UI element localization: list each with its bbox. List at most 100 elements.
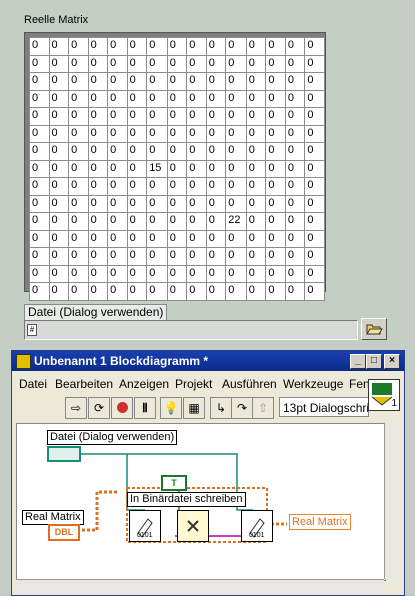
step-out-icon[interactable]: ⇧ xyxy=(252,397,274,419)
matrix-cell[interactable]: 0 xyxy=(284,54,306,73)
matrix-cell[interactable]: 0 xyxy=(186,37,207,56)
matrix-cell[interactable]: 0 xyxy=(166,229,188,248)
matrix-cell[interactable]: 0 xyxy=(107,107,128,126)
matrix-cell[interactable]: 0 xyxy=(146,72,168,91)
matrix-cell[interactable]: 0 xyxy=(146,124,168,143)
matrix-cell[interactable]: 0 xyxy=(146,212,168,231)
matrix-cell[interactable]: 0 xyxy=(29,107,50,126)
matrix-cell[interactable]: 0 xyxy=(284,229,306,248)
matrix-cell[interactable]: 0 xyxy=(166,159,188,178)
matrix-cell[interactable]: 0 xyxy=(284,89,306,108)
matrix-cell[interactable]: 0 xyxy=(146,264,168,283)
matrix-cell[interactable]: 0 xyxy=(245,177,267,196)
matrix-cell[interactable]: 0 xyxy=(265,54,286,73)
matrix-cell[interactable]: 0 xyxy=(146,177,168,196)
matrix-cell[interactable]: 0 xyxy=(48,142,70,161)
matrix-cell[interactable]: 0 xyxy=(107,194,128,213)
matrix-cell[interactable]: 0 xyxy=(284,247,306,266)
matrix-cell[interactable]: 0 xyxy=(48,282,70,301)
matrix-cell[interactable]: 0 xyxy=(304,107,325,126)
matrix-cell[interactable]: 0 xyxy=(107,142,128,161)
file-path-terminal[interactable] xyxy=(47,446,81,462)
matrix-cell[interactable]: 0 xyxy=(205,37,227,56)
matrix-cell[interactable]: 0 xyxy=(265,89,286,108)
matrix-cell[interactable]: 0 xyxy=(87,142,109,161)
matrix-cell[interactable]: 0 xyxy=(87,37,109,56)
matrix-cell[interactable]: 0 xyxy=(304,264,325,283)
matrix-cell[interactable]: 0 xyxy=(126,247,148,266)
matrix-cell[interactable]: 0 xyxy=(304,124,325,143)
horizontal-scrollbar[interactable] xyxy=(16,579,384,593)
matrix-cell[interactable]: 0 xyxy=(126,264,148,283)
matrix-cell[interactable]: 0 xyxy=(146,229,168,248)
matrix-cell[interactable]: 0 xyxy=(245,54,267,73)
menu-item-ausfuehren[interactable]: Ausführen xyxy=(222,377,277,391)
matrix-cell[interactable]: 0 xyxy=(186,124,207,143)
matrix-cell[interactable]: 0 xyxy=(126,72,148,91)
matrix-cell[interactable]: 0 xyxy=(205,72,227,91)
matrix-cell[interactable]: 0 xyxy=(284,264,306,283)
matrix-cell[interactable]: 0 xyxy=(284,282,306,301)
matrix-cell[interactable]: 0 xyxy=(304,247,325,266)
step-into-icon[interactable]: ↳ xyxy=(210,397,232,419)
matrix-cell[interactable]: 0 xyxy=(48,159,70,178)
menu-item-projekt[interactable]: Projekt xyxy=(175,377,212,391)
matrix-cell[interactable]: 0 xyxy=(225,247,247,266)
matrix-cell[interactable]: 0 xyxy=(205,107,227,126)
matrix-cell[interactable]: 0 xyxy=(245,107,267,126)
matrix-cell[interactable]: 0 xyxy=(245,142,267,161)
matrix-cell[interactable]: 0 xyxy=(87,282,109,301)
matrix-cell[interactable]: 0 xyxy=(166,282,188,301)
matrix-cell[interactable]: 0 xyxy=(304,72,325,91)
matrix-cell[interactable]: 0 xyxy=(284,72,306,91)
matrix-cell[interactable]: 0 xyxy=(126,107,148,126)
menu-item-werkzeuge[interactable]: Werkzeuge xyxy=(283,377,343,391)
matrix-cell[interactable]: 0 xyxy=(265,212,286,231)
matrix-cell[interactable]: 0 xyxy=(87,72,109,91)
matrix-cell[interactable]: 0 xyxy=(87,89,109,108)
matrix-cell[interactable]: 0 xyxy=(245,247,267,266)
matrix-cell[interactable]: 0 xyxy=(29,37,50,56)
pause-icon[interactable]: Ⅱ xyxy=(134,397,156,419)
matrix-cell[interactable]: 0 xyxy=(186,194,207,213)
matrix-cell[interactable]: 0 xyxy=(68,282,89,301)
matrix-cell[interactable]: 0 xyxy=(68,124,89,143)
matrix-cell[interactable]: 0 xyxy=(284,194,306,213)
highlight-execution-icon[interactable]: 💡 xyxy=(160,397,182,419)
matrix-cell[interactable]: 0 xyxy=(126,124,148,143)
matrix-cell[interactable]: 0 xyxy=(29,89,50,108)
close-button[interactable]: × xyxy=(384,354,400,369)
matrix-cell[interactable]: 0 xyxy=(265,37,286,56)
matrix-cell[interactable]: 0 xyxy=(87,247,109,266)
matrix-cell[interactable]: 0 xyxy=(87,107,109,126)
matrix-cell[interactable]: 0 xyxy=(68,37,89,56)
real-matrix-indicator[interactable]: Real Matrix xyxy=(289,514,351,530)
matrix-cell[interactable]: 0 xyxy=(107,229,128,248)
matrix-cell[interactable]: 0 xyxy=(245,194,267,213)
dbl-terminal[interactable]: DBL xyxy=(48,524,80,541)
matrix-cell[interactable]: 0 xyxy=(186,212,207,231)
matrix-cell[interactable]: 0 xyxy=(225,124,247,143)
matrix-cell[interactable]: 0 xyxy=(126,54,148,73)
matrix-cell[interactable]: 0 xyxy=(245,264,267,283)
matrix-cell[interactable]: 0 xyxy=(166,124,188,143)
matrix-cell[interactable]: 0 xyxy=(225,72,247,91)
matrix-cell[interactable]: 0 xyxy=(48,177,70,196)
matrix-cell[interactable]: 0 xyxy=(205,159,227,178)
run-continuous-icon[interactable]: ⟳ xyxy=(88,397,110,419)
font-selector[interactable]: 13pt Dialogschrift xyxy=(279,397,369,417)
matrix-cell[interactable]: 0 xyxy=(107,247,128,266)
matrix-cell[interactable]: 0 xyxy=(68,89,89,108)
menu-item-fenster[interactable]: Fen xyxy=(349,377,370,391)
matrix-cell[interactable]: 0 xyxy=(225,142,247,161)
matrix-cell[interactable]: 0 xyxy=(186,247,207,266)
matrix-cell[interactable]: 0 xyxy=(107,282,128,301)
matrix-cell[interactable]: 0 xyxy=(29,229,50,248)
maximize-button[interactable]: □ xyxy=(366,354,382,369)
matrix-cell[interactable]: 0 xyxy=(225,177,247,196)
matrix-cell[interactable]: 0 xyxy=(225,264,247,283)
matrix-cell[interactable]: 0 xyxy=(304,37,325,56)
matrix-cell[interactable]: 0 xyxy=(166,142,188,161)
matrix-cell[interactable]: 0 xyxy=(87,212,109,231)
matrix-cell[interactable]: 0 xyxy=(205,142,227,161)
